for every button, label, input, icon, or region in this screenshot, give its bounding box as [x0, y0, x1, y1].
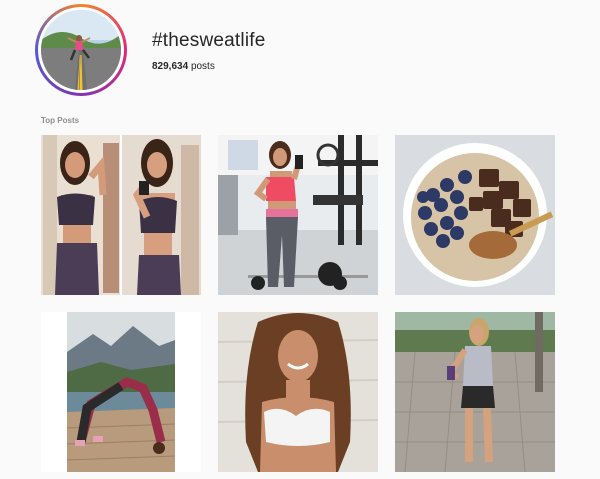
hashtag-avatar-ring[interactable]	[35, 4, 127, 96]
post-image-1	[41, 135, 201, 295]
post-image-3	[395, 135, 555, 295]
top-posts-heading: Top Posts	[41, 116, 80, 125]
hashtag-header: #thesweatlife 829,634 posts	[0, 0, 600, 110]
post-count-number: 829,634	[152, 61, 189, 72]
post-image-4	[41, 312, 201, 472]
post-thumbnail-5[interactable]	[218, 312, 378, 472]
post-thumbnail-6[interactable]	[395, 312, 555, 472]
post-thumbnail-3[interactable]	[395, 135, 555, 295]
post-thumbnail-4[interactable]	[41, 312, 201, 472]
post-image-6	[395, 312, 555, 472]
post-thumbnail-1[interactable]	[41, 135, 201, 295]
post-image-2	[218, 135, 378, 295]
post-thumbnail-2[interactable]	[218, 135, 378, 295]
post-image-5	[218, 312, 378, 472]
post-count: 829,634 posts	[152, 61, 215, 72]
hashtag-avatar	[41, 10, 121, 90]
post-count-label: posts	[190, 61, 215, 72]
hashtag-title: #thesweatlife	[152, 30, 266, 51]
